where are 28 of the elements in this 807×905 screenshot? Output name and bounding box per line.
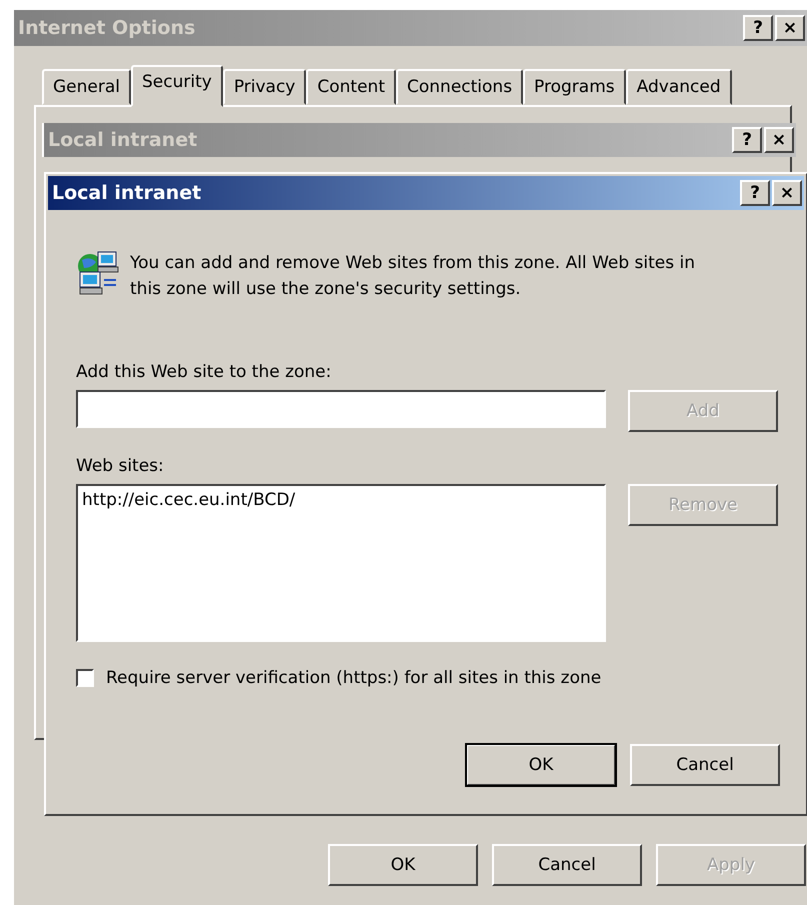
window-title: Local intranet bbox=[48, 129, 198, 151]
ok-button[interactable]: OK bbox=[328, 844, 478, 886]
web-sites-list[interactable]: http://eic.cec.eu.int/BCD/ bbox=[76, 484, 606, 642]
tab[interactable]: Advanced bbox=[626, 69, 732, 105]
tab[interactable]: Privacy bbox=[222, 69, 306, 105]
zone-description: You can add and remove Web sites from this zone. All Web sites in this zone will use the zone's security settings. bbox=[130, 252, 696, 301]
site-list-item[interactable]: http://eic.cec.eu.int/BCD/ bbox=[82, 490, 296, 510]
close-button[interactable]: × bbox=[775, 15, 805, 41]
cancel-button[interactable]: Cancel bbox=[630, 744, 780, 786]
ok-button[interactable]: OK bbox=[466, 744, 616, 786]
tab[interactable]: General bbox=[42, 69, 131, 105]
close-button[interactable]: × bbox=[764, 127, 794, 153]
tab[interactable]: Programs bbox=[523, 69, 626, 105]
checkbox-label: Require server verification (https:) for all sites in this zone bbox=[106, 668, 602, 688]
close-button[interactable]: × bbox=[772, 180, 802, 206]
window-title: Local intranet bbox=[52, 182, 202, 204]
help-button[interactable]: ? bbox=[743, 15, 773, 41]
cancel-button[interactable]: Cancel bbox=[492, 844, 642, 886]
help-button[interactable]: ? bbox=[732, 127, 762, 153]
tab[interactable]: Security bbox=[131, 65, 223, 107]
tab[interactable]: Connections bbox=[396, 69, 524, 105]
add-site-label: Add this Web site to the zone: bbox=[76, 362, 332, 382]
website-input-field[interactable] bbox=[76, 390, 606, 428]
web-sites-label: Web sites: bbox=[76, 456, 165, 476]
checkbox[interactable] bbox=[76, 669, 94, 687]
help-button[interactable]: ? bbox=[740, 180, 770, 206]
window-title: Internet Options bbox=[18, 17, 196, 39]
tab[interactable]: Content bbox=[306, 69, 396, 105]
